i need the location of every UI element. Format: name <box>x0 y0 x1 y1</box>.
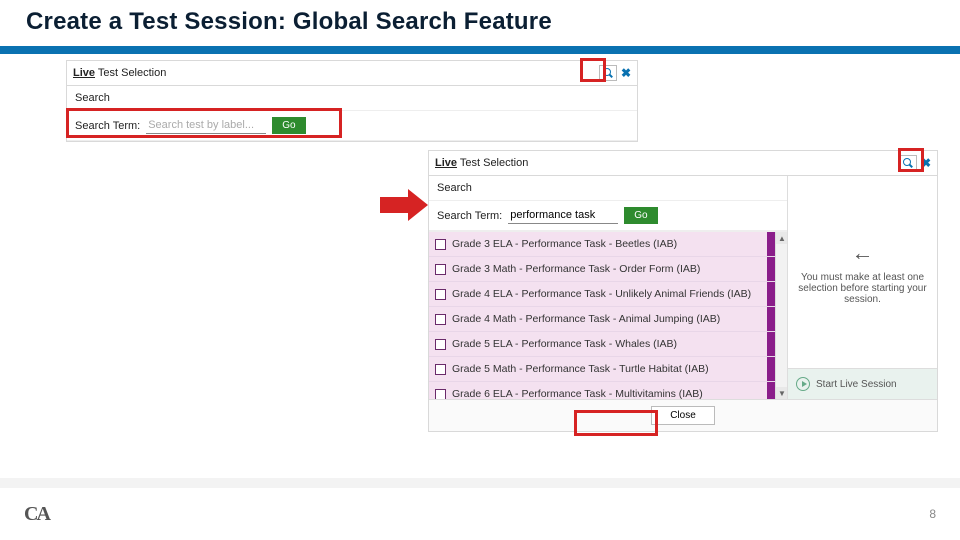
right-message: ← You must make at least one selection b… <box>788 176 937 368</box>
category-chip <box>767 382 775 399</box>
search-icon[interactable] <box>899 155 917 171</box>
panel-b-right: ← You must make at least one selection b… <box>787 176 937 399</box>
list-item-label: Grade 5 ELA - Performance Task - Whales … <box>452 338 769 350</box>
list-item[interactable]: Grade 5 Math - Performance Task - Turtle… <box>429 357 775 382</box>
panel-a-search-row: Search Term: Go <box>67 111 637 141</box>
list-item[interactable]: Grade 4 ELA - Performance Task - Unlikel… <box>429 282 775 307</box>
red-arrow-icon <box>380 189 430 221</box>
category-chip <box>767 307 775 331</box>
list-item[interactable]: Grade 6 ELA - Performance Task - Multivi… <box>429 382 775 399</box>
category-chip <box>767 282 775 306</box>
right-message-text: You must make at least one selection bef… <box>796 272 929 305</box>
checkbox[interactable] <box>435 264 446 275</box>
panel-b: Live Test Selection ✖ Search Search Term… <box>428 150 938 432</box>
panel-b-title: Live Test Selection <box>435 157 528 169</box>
checkbox[interactable] <box>435 239 446 250</box>
play-icon <box>796 377 810 391</box>
list-item-label: Grade 6 ELA - Performance Task - Multivi… <box>452 388 769 399</box>
category-chip <box>767 257 775 281</box>
category-chip <box>767 232 775 256</box>
close-icon[interactable]: ✖ <box>621 67 631 79</box>
logo: CA <box>24 503 49 526</box>
footer-band <box>0 478 960 488</box>
list-item-label: Grade 5 Math - Performance Task - Turtle… <box>452 363 769 375</box>
panel-b-title-live: Live <box>435 157 457 169</box>
panel-b-section-label: Search <box>429 176 787 201</box>
panel-b-title-rest: Test Selection <box>457 157 528 169</box>
start-session-label: Start Live Session <box>816 379 897 390</box>
results-list: Grade 3 ELA - Performance Task - Beetles… <box>429 231 787 399</box>
checkbox[interactable] <box>435 289 446 300</box>
title-rule <box>0 46 960 54</box>
list-item[interactable]: Grade 3 ELA - Performance Task - Beetles… <box>429 232 775 257</box>
panel-b-header: Live Test Selection ✖ <box>429 151 937 176</box>
checkbox[interactable] <box>435 389 446 400</box>
search-icon[interactable] <box>599 65 617 81</box>
panel-b-term-label: Search Term: <box>437 210 502 222</box>
panel-a-term-label: Search Term: <box>75 120 140 132</box>
panel-a-title-live: Live <box>73 67 95 79</box>
logo-text: CA <box>24 503 49 526</box>
panel-a-header: Live Test Selection ✖ <box>67 61 637 86</box>
panel-a-section-label: Search <box>67 86 637 111</box>
category-chip <box>767 357 775 381</box>
start-session-button[interactable]: Start Live Session <box>788 368 937 399</box>
panel-b-left: Search Search Term: Go Grade 3 ELA - Per… <box>429 176 787 399</box>
scrollbar[interactable]: ▲ ▼ <box>775 232 787 399</box>
list-item-label: Grade 3 ELA - Performance Task - Beetles… <box>452 238 769 250</box>
panel-b-footer: Close <box>429 399 937 431</box>
panel-a: Live Test Selection ✖ Search Search Term… <box>66 60 638 142</box>
list-item-label: Grade 3 Math - Performance Task - Order … <box>452 263 769 275</box>
search-input[interactable] <box>508 207 618 224</box>
checkbox[interactable] <box>435 339 446 350</box>
arrow-left-icon: ← <box>852 240 874 266</box>
category-chip <box>767 332 775 356</box>
page-title: Create a Test Session: Global Search Fea… <box>26 8 934 36</box>
checkbox[interactable] <box>435 314 446 325</box>
panel-a-title-rest: Test Selection <box>95 67 166 79</box>
list-item[interactable]: Grade 3 Math - Performance Task - Order … <box>429 257 775 282</box>
footer: CA 8 <box>0 488 960 540</box>
list-item-label: Grade 4 ELA - Performance Task - Unlikel… <box>452 288 769 300</box>
panel-b-search-row: Search Term: Go <box>429 201 787 231</box>
search-input[interactable] <box>146 117 266 134</box>
close-icon[interactable]: ✖ <box>921 157 931 169</box>
panel-a-title: Live Test Selection <box>73 67 166 79</box>
close-button[interactable]: Close <box>651 406 715 425</box>
list-item[interactable]: Grade 4 Math - Performance Task - Animal… <box>429 307 775 332</box>
list-item-label: Grade 4 Math - Performance Task - Animal… <box>452 313 769 325</box>
go-button[interactable]: Go <box>624 207 657 224</box>
scroll-up-icon[interactable]: ▲ <box>776 232 787 244</box>
go-button[interactable]: Go <box>272 117 305 134</box>
scroll-down-icon[interactable]: ▼ <box>776 387 787 399</box>
list-item[interactable]: Grade 5 ELA - Performance Task - Whales … <box>429 332 775 357</box>
page-number: 8 <box>929 507 936 521</box>
checkbox[interactable] <box>435 364 446 375</box>
